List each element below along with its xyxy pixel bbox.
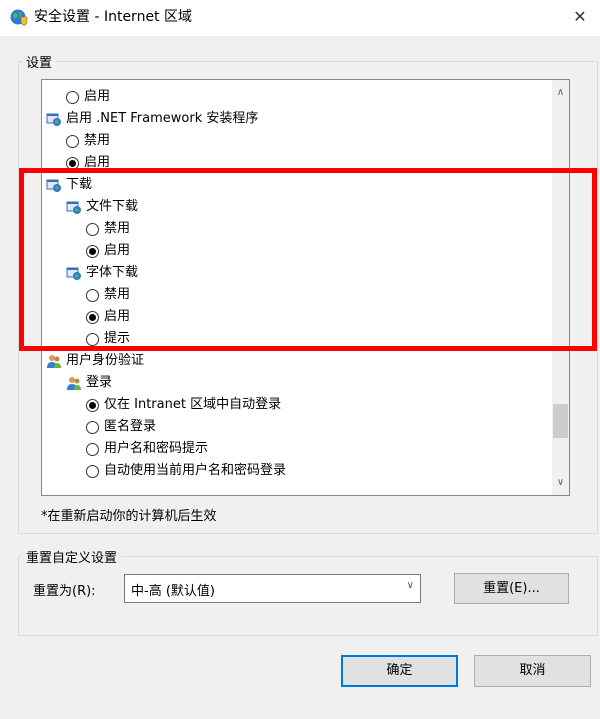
settings-group-label: 设置 <box>22 52 57 71</box>
reset-to-label: 重置为(R): <box>33 584 96 599</box>
highlight-box <box>19 168 597 351</box>
tree-item-label: 仅在 Intranet 区域中自动登录 <box>104 397 282 412</box>
globe-shield-icon <box>10 9 28 26</box>
radio-option[interactable]: 仅在 Intranet 区域中自动登录 <box>86 394 281 416</box>
scroll-up-icon[interactable]: ∧ <box>552 84 569 101</box>
radio-unchecked[interactable] <box>86 420 99 434</box>
radio-unchecked[interactable] <box>86 442 99 456</box>
window-title: 安全设置 - Internet 区域 <box>34 9 192 25</box>
reset-button[interactable]: 重置(E)... <box>454 573 569 604</box>
reset-level-value: 中-高 (默认值) <box>131 584 215 599</box>
tree-item-label: 启用 <box>84 89 111 104</box>
tree-item-label: 匿名登录 <box>104 419 157 434</box>
radio-option[interactable]: 自动使用当前用户名和密码登录 <box>86 460 286 482</box>
tree-item-label: 自动使用当前用户名和密码登录 <box>104 463 287 478</box>
reset-group-label: 重置自定义设置 <box>22 547 122 566</box>
restart-note: *在重新启动你的计算机后生效 <box>41 509 217 524</box>
users-icon <box>66 375 82 391</box>
chevron-down-icon: ∨ <box>406 580 414 591</box>
radio-checked[interactable] <box>86 398 99 412</box>
tree-node: 启用 .NET Framework 安装程序 <box>46 108 258 130</box>
ok-button[interactable]: 确定 <box>341 655 458 687</box>
scroll-thumb[interactable] <box>553 403 568 438</box>
scroll-down-icon[interactable]: ∨ <box>552 474 569 491</box>
radio-option[interactable]: 启用 <box>66 86 110 108</box>
title-bar: 安全设置 - Internet 区域 ✕ <box>0 0 600 36</box>
radio-unchecked[interactable] <box>66 134 79 148</box>
close-button[interactable]: ✕ <box>560 0 600 36</box>
tree-item-label: 用户身份验证 <box>66 353 145 368</box>
reset-level-select[interactable]: 中-高 (默认值) ∨ <box>124 574 421 603</box>
users-icon <box>46 353 62 369</box>
tree-node: 登录 <box>66 372 112 394</box>
cancel-button[interactable]: 取消 <box>474 655 591 687</box>
settings-node-icon <box>46 111 62 127</box>
tree-item-label: 登录 <box>86 375 113 390</box>
radio-unchecked[interactable] <box>86 464 99 478</box>
tree-node: 用户身份验证 <box>46 350 144 372</box>
radio-option[interactable]: 匿名登录 <box>86 416 156 438</box>
tree-item-label: 用户名和密码提示 <box>104 441 209 456</box>
tree-item-label: 禁用 <box>84 133 111 148</box>
radio-option[interactable]: 禁用 <box>66 130 110 152</box>
radio-option[interactable]: 用户名和密码提示 <box>86 438 208 460</box>
radio-unchecked[interactable] <box>66 90 79 104</box>
tree-item-label: 启用 .NET Framework 安装程序 <box>66 111 259 126</box>
